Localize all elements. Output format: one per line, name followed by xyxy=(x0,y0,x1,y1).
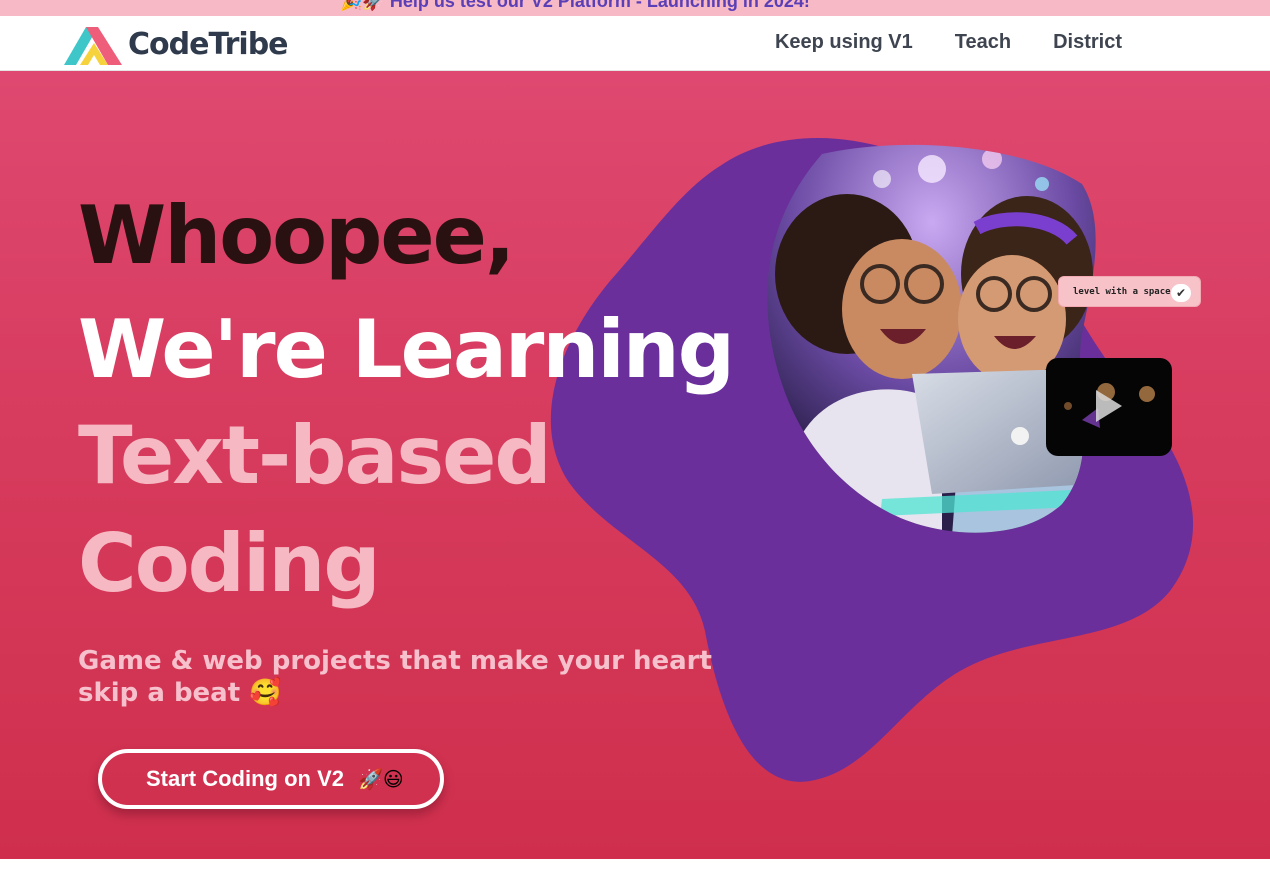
hero-section: Whoopee, We're Learning Text-based Codin… xyxy=(0,71,1270,859)
start-coding-label: Start Coding on V2 xyxy=(146,766,344,791)
video-preview-card[interactable] xyxy=(1046,358,1172,456)
hero-heading-line-1: Whoopee, xyxy=(78,189,515,282)
logo-text: CodeTribe xyxy=(128,26,289,62)
nav-link-keep-using-v1[interactable]: Keep using V1 xyxy=(775,31,913,54)
logo[interactable]: CodeTribe xyxy=(62,21,289,67)
announcement-text[interactable]: 🎉🚀 Help us test our V2 Platform - Launch… xyxy=(340,0,810,12)
check-icon: ✔ xyxy=(1171,284,1191,302)
hero-heading-line-2: We're Learning xyxy=(78,303,735,396)
hero-heading-line-3: Text-based xyxy=(78,409,552,502)
top-navbar: CodeTribe Keep using V1 Teach District xyxy=(0,16,1270,71)
hero-subtitle: Game & web projects that make your heart… xyxy=(78,646,712,708)
code-snippet-text: level with a space xyxy=(1073,286,1171,297)
announcement-bar[interactable]: 🎉🚀 Help us test our V2 Platform - Launch… xyxy=(0,0,1270,16)
girls-coding-illustration xyxy=(767,144,1096,533)
nav-link-teach[interactable]: Teach xyxy=(955,31,1011,54)
nav-links: Keep using V1 Teach District xyxy=(775,31,1122,54)
codetribe-logo-icon xyxy=(64,27,122,65)
rocket-smile-emoji: 🚀😃 xyxy=(358,767,404,791)
hero-heading-line-4: Coding xyxy=(78,517,381,610)
start-coding-button[interactable]: Start Coding on V2 🚀😃 xyxy=(98,749,444,809)
play-icon[interactable] xyxy=(1096,390,1122,422)
nav-link-district[interactable]: District xyxy=(1053,31,1122,54)
code-snippet-tooltip: level with a space ✔ xyxy=(1058,276,1201,307)
hero-illustration xyxy=(762,144,1102,536)
